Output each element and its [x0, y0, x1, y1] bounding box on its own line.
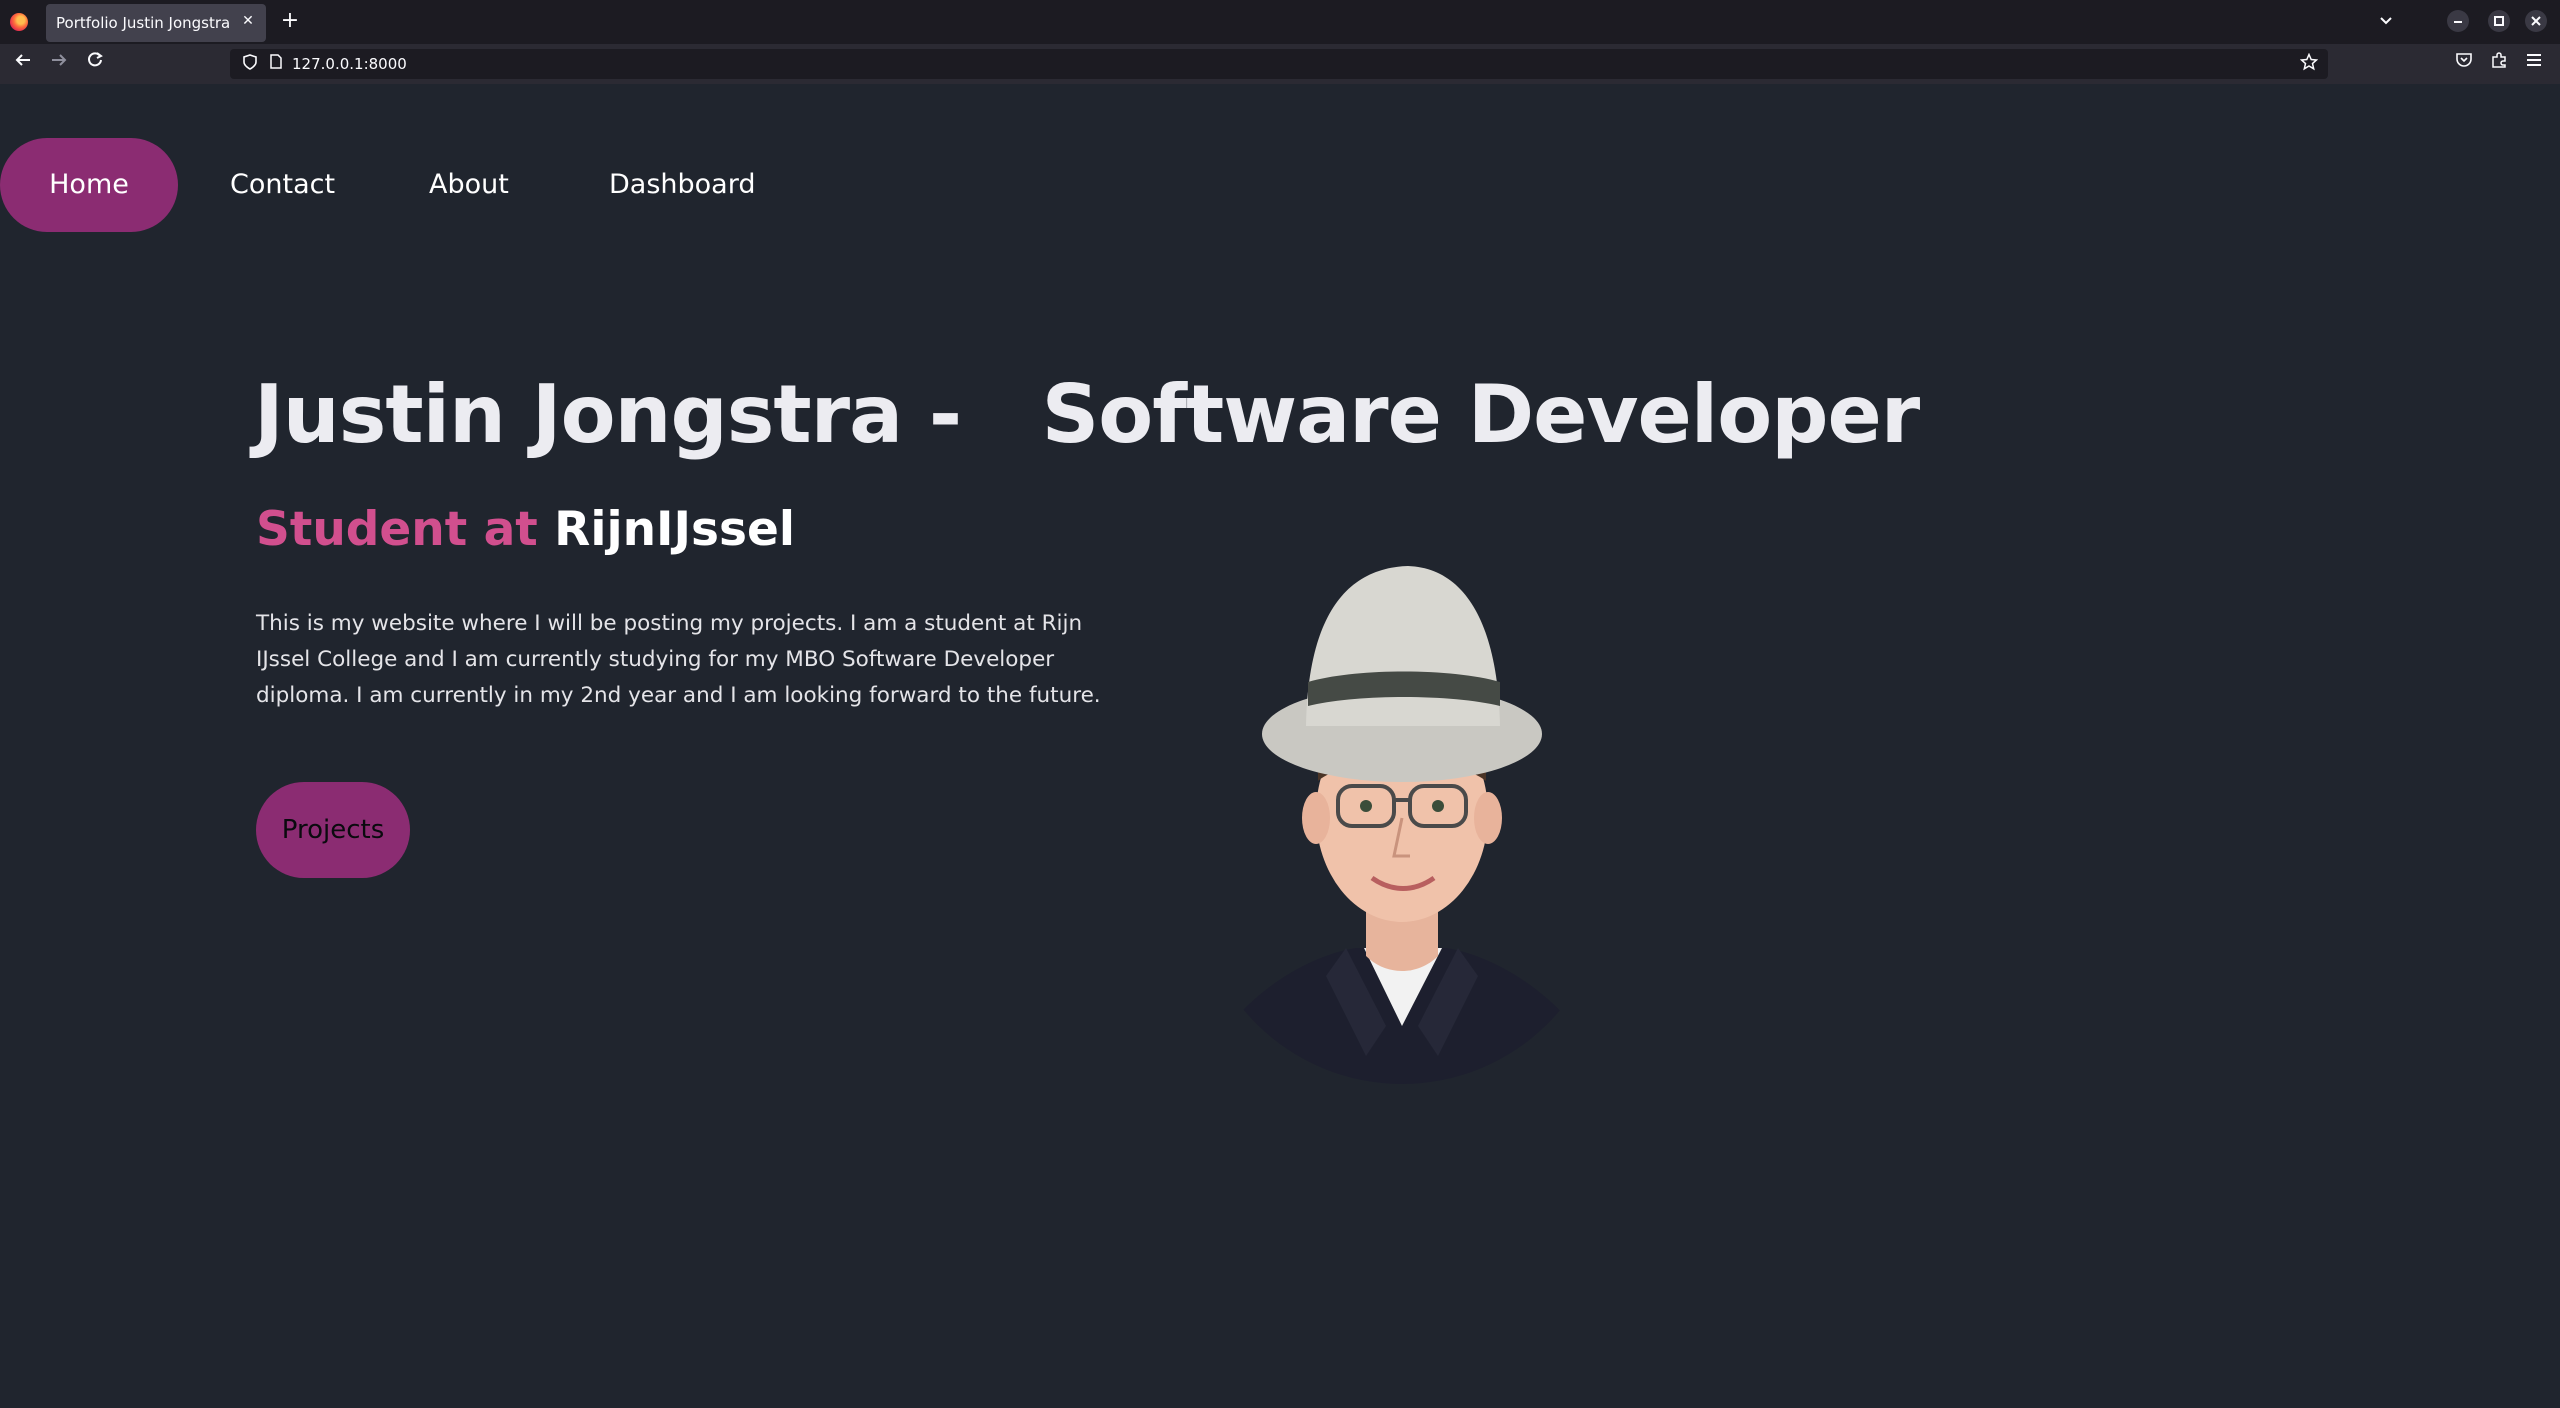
back-arrow-icon[interactable] — [10, 51, 36, 77]
nav-link-contact[interactable]: Contact — [230, 138, 335, 232]
hamburger-menu-icon[interactable] — [2521, 51, 2547, 77]
url-bar[interactable]: 127.0.0.1:8000 — [230, 49, 2328, 79]
page-info-icon[interactable] — [266, 54, 286, 74]
page-content: Home Contact About Dashboard Justin Jong… — [0, 84, 2560, 1408]
hero-subtitle: Student at RijnIJssel — [256, 502, 795, 557]
nav-link-home[interactable]: Home — [0, 138, 178, 232]
close-window-icon[interactable] — [2525, 10, 2547, 32]
minimize-window-icon[interactable] — [2447, 10, 2469, 32]
nav-link-dashboard[interactable]: Dashboard — [609, 138, 755, 232]
url-text[interactable]: 127.0.0.1:8000 — [292, 55, 407, 73]
hero-description: This is my website where I will be posti… — [256, 611, 1101, 708]
close-tab-icon[interactable]: ✕ — [238, 11, 258, 31]
tracking-protection-shield-icon[interactable] — [240, 54, 260, 74]
firefox-logo-icon — [10, 13, 28, 31]
reload-icon[interactable] — [82, 51, 108, 77]
star-icon[interactable] — [2298, 52, 2320, 75]
browser-tab[interactable]: Portfolio Justin Jongstra ✕ — [46, 4, 266, 42]
hero-title: Justin Jongstra - Software Developer — [254, 368, 1920, 461]
chevron-down-icon[interactable] — [2374, 10, 2398, 34]
browser-nav-bar: 127.0.0.1:8000 — [0, 44, 2560, 84]
tab-title: Portfolio Justin Jongstra — [56, 14, 231, 32]
projects-button[interactable]: Projects — [256, 782, 410, 878]
extensions-icon[interactable] — [2486, 51, 2512, 77]
subtitle-school: RijnIJssel — [554, 502, 795, 557]
portrait-photo — [1196, 566, 1608, 1084]
nav-link-about[interactable]: About — [429, 138, 509, 232]
new-tab-icon[interactable]: + — [278, 9, 302, 33]
subtitle-accent: Student at — [256, 502, 538, 557]
browser-tab-bar: Portfolio Justin Jongstra ✕ + — [0, 0, 2560, 44]
maximize-window-icon[interactable] — [2488, 10, 2510, 32]
pocket-icon[interactable] — [2451, 51, 2477, 77]
forward-arrow-icon[interactable] — [46, 51, 72, 77]
